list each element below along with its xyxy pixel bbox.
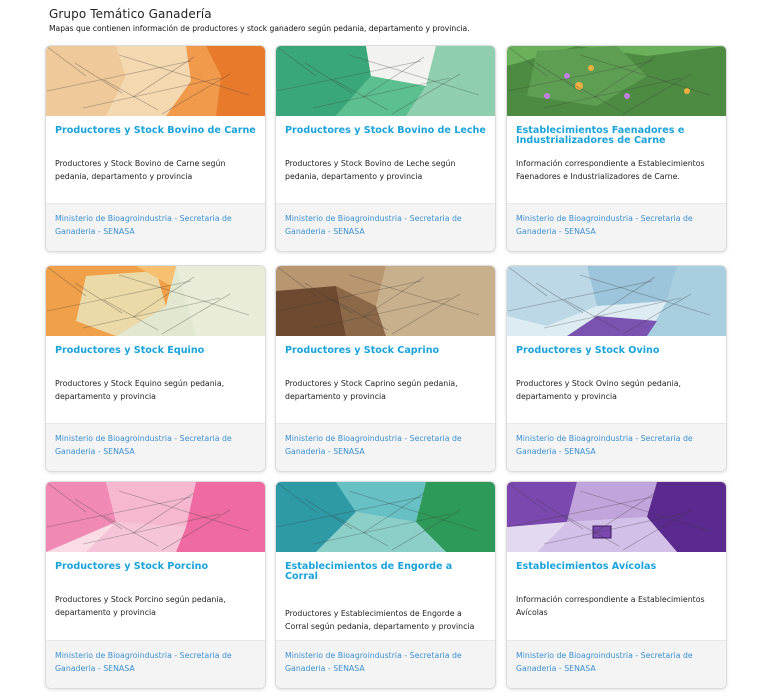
page-header: Grupo Temático Ganadería Mapas que conti… xyxy=(49,7,470,33)
card-source-link[interactable]: Ministerio de Bioagroindustria - Secreta… xyxy=(285,213,487,238)
card-description: Productores y Stock Equino según pedania… xyxy=(55,379,225,401)
card-title[interactable]: Productores y Stock Bovino de Leche xyxy=(285,126,487,136)
map-image xyxy=(507,46,726,116)
map-card-faenadores[interactable]: Establecimientos Faenadores e Industrial… xyxy=(506,45,727,252)
map-image xyxy=(46,46,265,116)
card-footer: Ministerio de Bioagroindustria - Secreta… xyxy=(276,203,495,251)
map-thumbnail[interactable] xyxy=(46,266,265,336)
map-image xyxy=(276,482,495,552)
card-title[interactable]: Productores y Stock Ovino xyxy=(516,346,718,356)
card-title[interactable]: Productores y Stock Bovino de Carne xyxy=(55,126,257,136)
page-subtitle: Mapas que contienen información de produ… xyxy=(49,24,470,33)
card-source-link[interactable]: Ministerio de Bioagroindustria - Secreta… xyxy=(516,650,718,675)
map-thumbnail[interactable] xyxy=(276,266,495,336)
map-image xyxy=(46,482,265,552)
card-footer: Ministerio de Bioagroindustria - Secreta… xyxy=(507,203,726,251)
card-description: Información correspondiente a Establecim… xyxy=(516,159,705,181)
card-title[interactable]: Establecimientos Faenadores e Industrial… xyxy=(516,126,718,146)
card-description: Productores y Stock Caprino según pedani… xyxy=(285,379,458,401)
card-description: Productores y Stock Ovino según pedania,… xyxy=(516,379,682,401)
card-footer: Ministerio de Bioagroindustria - Secreta… xyxy=(46,203,265,251)
map-thumbnail[interactable] xyxy=(46,46,265,116)
card-description: Productores y Stock Bovino de Leche segú… xyxy=(285,159,456,181)
card-description: Productores y Stock Porcino según pedani… xyxy=(55,595,226,617)
map-card-grid: Productores y Stock Bovino de Carne Produ… xyxy=(45,45,727,689)
map-thumbnail[interactable] xyxy=(276,46,495,116)
map-card-engorde-corral[interactable]: Establecimientos de Engorde a Corral Prod… xyxy=(275,481,496,689)
map-image xyxy=(507,266,726,336)
card-footer: Ministerio de Bioagroindustria - Secreta… xyxy=(276,423,495,471)
card-description: Información correspondiente a Establecim… xyxy=(516,595,705,617)
map-image xyxy=(276,266,495,336)
card-title[interactable]: Establecimientos de Engorde a Corral xyxy=(285,562,487,582)
card-source-link[interactable]: Ministerio de Bioagroindustria - Secreta… xyxy=(285,650,487,675)
card-footer: Ministerio de Bioagroindustria - Secreta… xyxy=(507,640,726,688)
map-card-avicolas[interactable]: Establecimientos Avícolas Información cor… xyxy=(506,481,727,689)
map-card-equino[interactable]: Productores y Stock Equino Productores y … xyxy=(45,265,266,472)
card-title[interactable]: Establecimientos Avícolas xyxy=(516,562,718,572)
card-source-link[interactable]: Ministerio de Bioagroindustria - Secreta… xyxy=(516,433,718,458)
card-source-link[interactable]: Ministerio de Bioagroindustria - Secreta… xyxy=(55,650,257,675)
map-card-bovino-carne[interactable]: Productores y Stock Bovino de Carne Produ… xyxy=(45,45,266,252)
card-source-link[interactable]: Ministerio de Bioagroindustria - Secreta… xyxy=(55,433,257,458)
map-card-caprino[interactable]: Productores y Stock Caprino Productores y… xyxy=(275,265,496,472)
map-card-porcino[interactable]: Productores y Stock Porcino Productores y… xyxy=(45,481,266,689)
map-thumbnail[interactable] xyxy=(507,46,726,116)
card-footer: Ministerio de Bioagroindustria - Secreta… xyxy=(46,423,265,471)
map-image xyxy=(276,46,495,116)
map-image xyxy=(46,266,265,336)
card-source-link[interactable]: Ministerio de Bioagroindustria - Secreta… xyxy=(285,433,487,458)
card-title[interactable]: Productores y Stock Caprino xyxy=(285,346,487,356)
map-thumbnail[interactable] xyxy=(276,482,495,552)
map-thumbnail[interactable] xyxy=(507,482,726,552)
card-title[interactable]: Productores y Stock Porcino xyxy=(55,562,257,572)
card-title[interactable]: Productores y Stock Equino xyxy=(55,346,257,356)
card-description: Productores y Stock Bovino de Carne segú… xyxy=(55,159,226,181)
card-description: Productores y Establecimientos de Engord… xyxy=(285,609,475,631)
card-source-link[interactable]: Ministerio de Bioagroindustria - Secreta… xyxy=(516,213,718,238)
card-footer: Ministerio de Bioagroindustria - Secreta… xyxy=(46,640,265,688)
map-card-ovino[interactable]: Productores y Stock Ovino Productores y S… xyxy=(506,265,727,472)
card-footer: Ministerio de Bioagroindustria - Secreta… xyxy=(276,640,495,688)
card-source-link[interactable]: Ministerio de Bioagroindustria - Secreta… xyxy=(55,213,257,238)
map-thumbnail[interactable] xyxy=(507,266,726,336)
map-image xyxy=(507,482,726,552)
map-thumbnail[interactable] xyxy=(46,482,265,552)
page-title: Grupo Temático Ganadería xyxy=(49,7,212,21)
card-footer: Ministerio de Bioagroindustria - Secreta… xyxy=(507,423,726,471)
map-card-bovino-leche[interactable]: Productores y Stock Bovino de Leche Produ… xyxy=(275,45,496,252)
